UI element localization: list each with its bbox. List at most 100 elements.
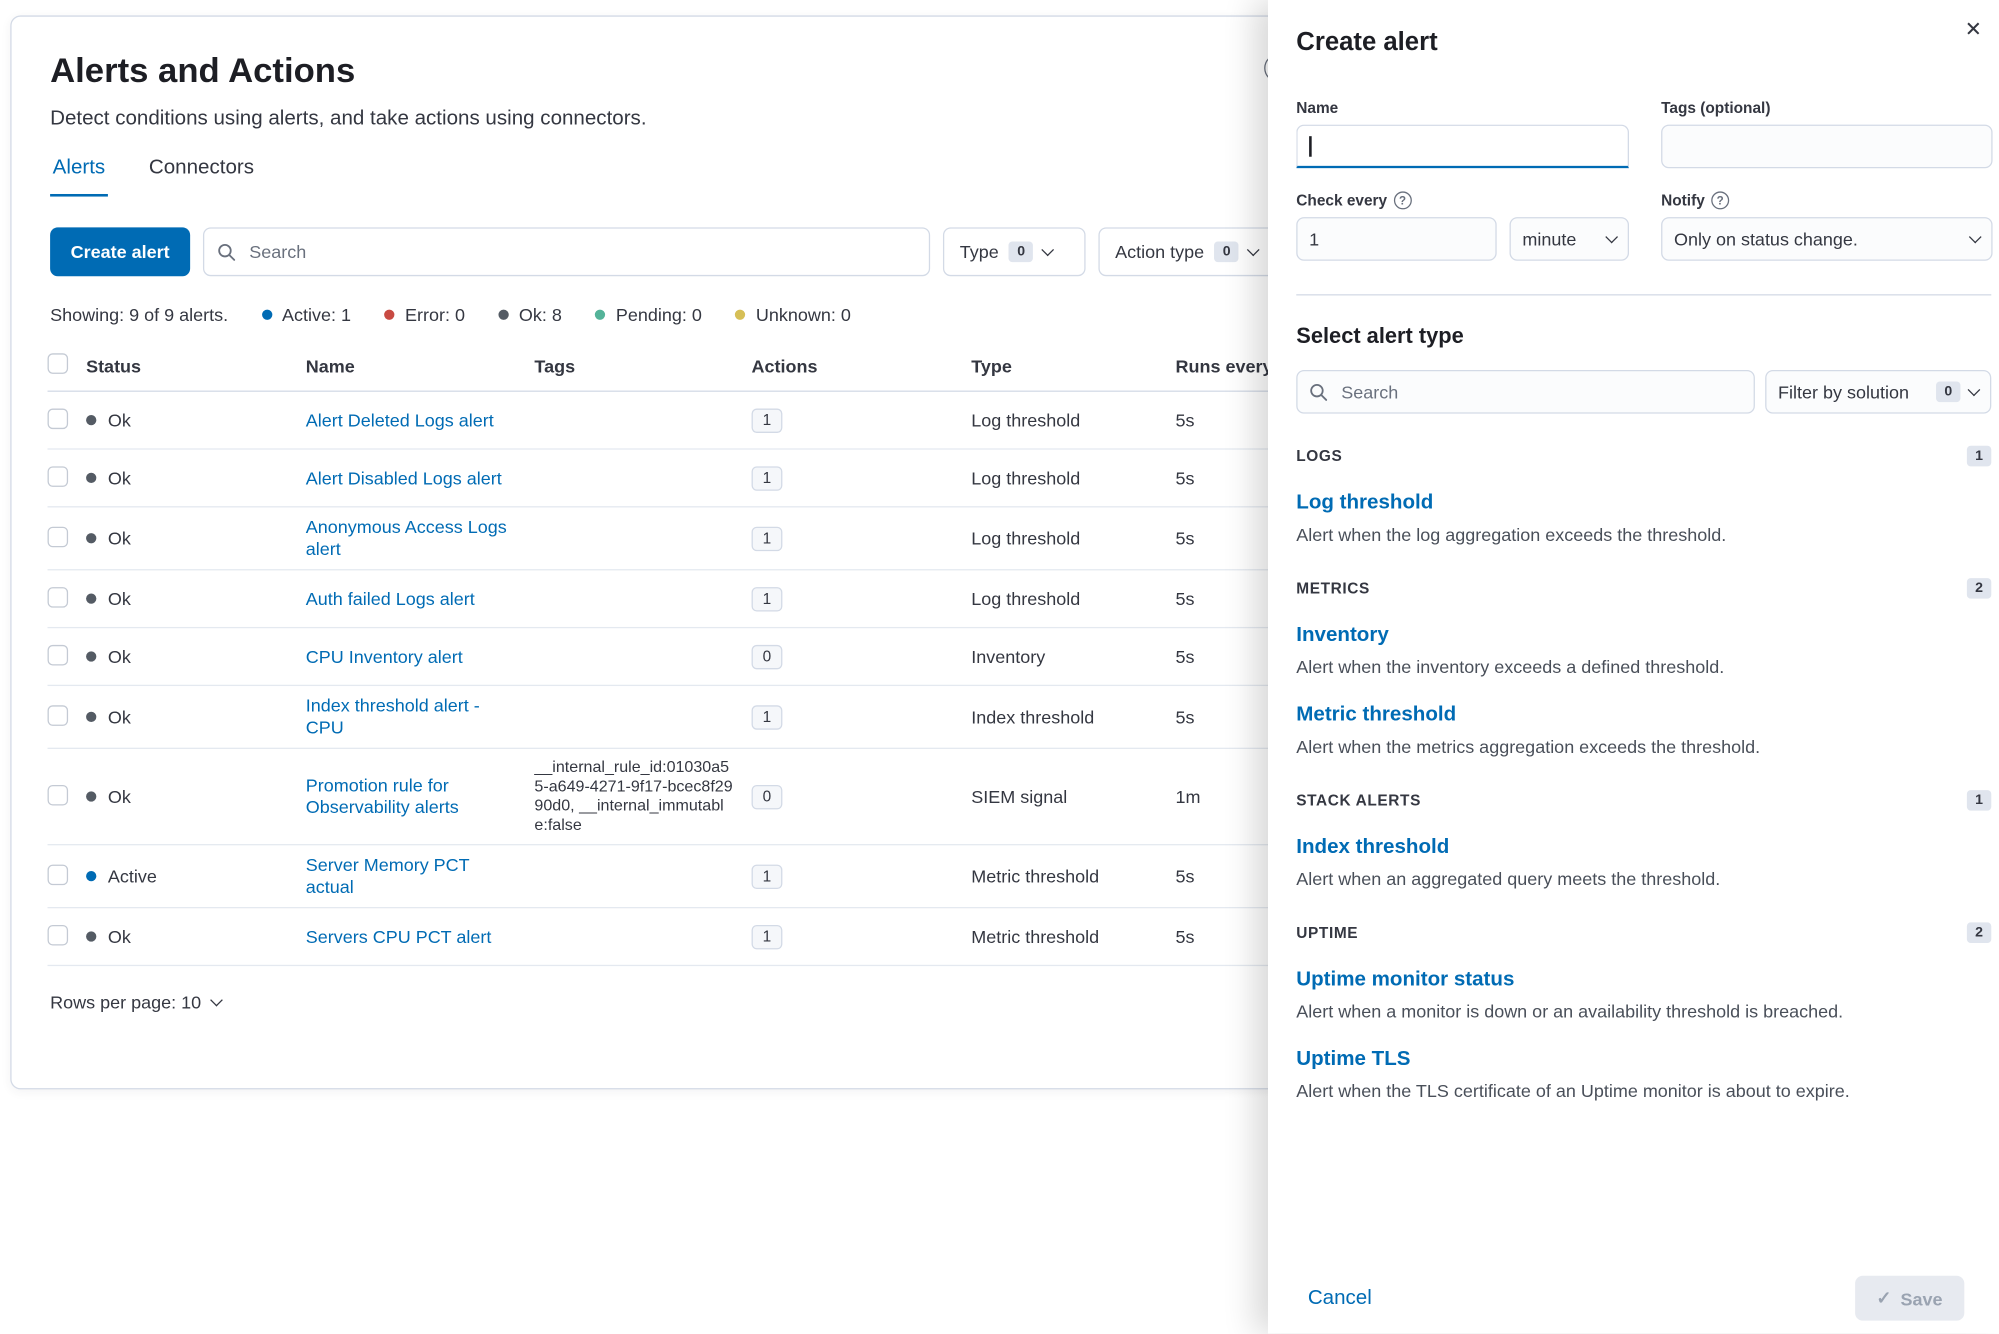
alert-type-title[interactable]: Index threshold: [1296, 836, 1449, 858]
status-dot: [86, 651, 96, 661]
alert-type-option-uptime-tls[interactable]: Uptime TLS Alert when the TLS certificat…: [1296, 1047, 1991, 1102]
select-alert-type-heading: Select alert type: [1296, 324, 1991, 350]
actions-count-badge: 1: [752, 466, 783, 490]
status-dot: [86, 415, 96, 425]
row-checkbox[interactable]: [48, 466, 69, 487]
alerts-search-box: [203, 227, 930, 276]
row-checkbox[interactable]: [48, 784, 69, 805]
tags-cell: __internal_rule_id:01030a55-a649-4271-9f…: [534, 758, 751, 835]
unknown-count-label: Unknown: 0: [756, 304, 851, 325]
row-checkbox[interactable]: [48, 644, 69, 665]
alert-name-link[interactable]: Servers CPU PCT alert: [306, 926, 492, 947]
row-checkbox[interactable]: [48, 526, 69, 547]
notify-value: Only on status change.: [1674, 229, 1858, 250]
active-count-label: Active: 1: [282, 304, 351, 325]
alert-name-link[interactable]: CPU Inventory alert: [306, 646, 463, 667]
help-icon[interactable]: ?: [1394, 191, 1412, 209]
name-input[interactable]: [1296, 125, 1629, 169]
type-filter-count-badge: 0: [1009, 242, 1033, 263]
alert-type-title[interactable]: Uptime TLS: [1296, 1048, 1410, 1070]
header-status[interactable]: Status: [86, 355, 306, 376]
tags-input[interactable]: [1661, 125, 1992, 169]
alert-type-search-input[interactable]: [1339, 380, 1742, 403]
check-every-value: 1: [1309, 229, 1319, 250]
row-checkbox[interactable]: [48, 408, 69, 429]
alert-type-cell: SIEM signal: [971, 786, 1175, 807]
alert-type-search-box: [1296, 370, 1755, 414]
header-type[interactable]: Type: [971, 355, 1175, 376]
notify-select[interactable]: Only on status change.: [1661, 217, 1992, 261]
row-checkbox[interactable]: [48, 705, 69, 726]
tab-alerts[interactable]: Alerts: [50, 149, 108, 197]
alerts-search-input[interactable]: [247, 240, 916, 263]
status-dot: [86, 871, 96, 881]
chevron-down-icon: [1042, 243, 1055, 256]
alert-name-link[interactable]: Index threshold alert - CPU: [306, 695, 480, 737]
alert-type-description: Alert when the TLS certificate of an Upt…: [1296, 1079, 1991, 1102]
actions-count-badge: 1: [752, 586, 783, 610]
actions-count-badge: 0: [752, 644, 783, 668]
name-label: Name: [1296, 99, 1629, 117]
alert-name-link[interactable]: Server Memory PCT actual: [306, 854, 470, 896]
type-filter-label: Type: [960, 242, 999, 263]
chevron-down-icon: [210, 993, 223, 1006]
alert-name-link[interactable]: Auth failed Logs alert: [306, 588, 475, 609]
status-dot: [86, 931, 96, 941]
filter-by-solution-count-badge: 0: [1936, 382, 1960, 403]
check-every-unit-select[interactable]: minute: [1510, 217, 1629, 261]
alert-name-link[interactable]: Promotion rule for Observability alerts: [306, 775, 459, 817]
group-count-badge: 1: [1967, 790, 1991, 811]
group-label-logs: LOGS: [1296, 447, 1342, 465]
alert-type-option-uptime-monitor-status[interactable]: Uptime monitor status Alert when a monit…: [1296, 967, 1991, 1022]
group-label-uptime: UPTIME: [1296, 924, 1358, 942]
header-tags[interactable]: Tags: [534, 355, 751, 376]
search-icon: [217, 242, 236, 261]
header-name[interactable]: Name: [306, 355, 535, 376]
chevron-down-icon: [1969, 230, 1982, 243]
pending-count-badge: Pending: 0: [595, 304, 702, 325]
status-text: Ok: [108, 646, 131, 667]
select-all-checkbox[interactable]: [48, 353, 69, 374]
alert-type-title[interactable]: Inventory: [1296, 624, 1389, 646]
help-icon[interactable]: ?: [1711, 191, 1729, 209]
alert-type-picker-controls: Filter by solution 0: [1296, 370, 1991, 414]
status-text: Active: [108, 866, 157, 887]
filter-by-solution-label: Filter by solution: [1778, 382, 1927, 403]
alert-type-option-log-threshold[interactable]: Log threshold Alert when the log aggrega…: [1296, 491, 1991, 546]
alert-type-option-index-threshold[interactable]: Index threshold Alert when an aggregated…: [1296, 835, 1991, 890]
header-actions[interactable]: Actions: [752, 355, 972, 376]
alert-name-link[interactable]: Alert Disabled Logs alert: [306, 467, 502, 488]
alert-type-cell: Metric threshold: [971, 866, 1175, 887]
cancel-button[interactable]: Cancel: [1308, 1287, 1372, 1310]
create-alert-button[interactable]: Create alert: [50, 227, 190, 276]
status-text: Ok: [108, 468, 131, 489]
name-field-group: Name: [1296, 99, 1629, 168]
tags-label: Tags (optional): [1661, 99, 1992, 117]
alert-name-link[interactable]: Alert Deleted Logs alert: [306, 409, 494, 430]
alert-type-option-inventory[interactable]: Inventory Alert when the inventory excee…: [1296, 623, 1991, 678]
alert-type-option-metric-threshold[interactable]: Metric threshold Alert when the metrics …: [1296, 703, 1991, 758]
alert-type-title[interactable]: Metric threshold: [1296, 704, 1456, 726]
group-count-badge: 2: [1967, 578, 1991, 599]
type-filter-dropdown[interactable]: Type 0: [943, 227, 1086, 276]
alert-type-title[interactable]: Log threshold: [1296, 492, 1433, 514]
filter-by-solution-dropdown[interactable]: Filter by solution 0: [1765, 370, 1991, 414]
save-button[interactable]: ✓ Save: [1855, 1276, 1965, 1321]
row-checkbox[interactable]: [48, 924, 69, 945]
close-icon[interactable]: ✕: [1958, 15, 1989, 46]
check-every-field-group: Check every? 1 minute: [1296, 191, 1629, 260]
alert-name-link[interactable]: Anonymous Access Logs alert: [306, 516, 507, 558]
ok-count-label: Ok: 8: [519, 304, 562, 325]
row-checkbox[interactable]: [48, 586, 69, 607]
tab-connectors[interactable]: Connectors: [146, 149, 256, 197]
showing-count-text: Showing: 9 of 9 alerts.: [50, 304, 228, 325]
group-label-stack-alerts: STACK ALERTS: [1296, 791, 1421, 809]
alert-type-title[interactable]: Uptime monitor status: [1296, 969, 1514, 991]
row-checkbox[interactable]: [48, 864, 69, 885]
action-type-filter-dropdown[interactable]: Action type 0: [1098, 227, 1293, 276]
status-text: Ok: [108, 528, 131, 549]
check-every-value-input[interactable]: 1: [1296, 217, 1496, 261]
alert-type-cell: Log threshold: [971, 588, 1175, 609]
group-count-badge: 1: [1967, 446, 1991, 467]
ok-count-badge: Ok: 8: [498, 304, 562, 325]
